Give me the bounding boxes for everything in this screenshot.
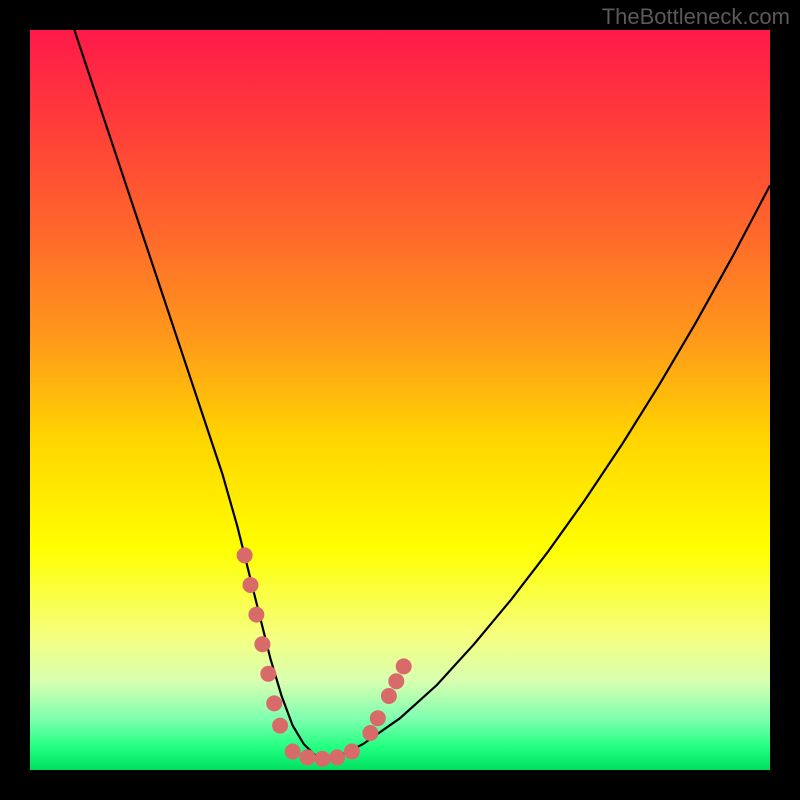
highlight-dot: [381, 688, 397, 704]
highlight-dot: [362, 725, 378, 741]
highlight-dot: [314, 751, 330, 767]
highlight-dot: [370, 710, 386, 726]
highlight-dot: [254, 636, 270, 652]
highlight-dot: [388, 673, 404, 689]
highlight-dot: [344, 744, 360, 760]
highlight-dot: [243, 577, 259, 593]
highlight-dot: [248, 607, 264, 623]
highlight-dot: [329, 749, 345, 765]
highlight-dot: [266, 695, 282, 711]
highlight-dot: [396, 658, 412, 674]
watermark-text: TheBottleneck.com: [602, 4, 790, 30]
highlight-dot: [272, 718, 288, 734]
highlight-dot: [285, 744, 301, 760]
highlight-dots: [30, 30, 770, 770]
highlight-dot: [260, 666, 276, 682]
highlight-dot: [300, 749, 316, 765]
highlight-dot: [237, 547, 253, 563]
